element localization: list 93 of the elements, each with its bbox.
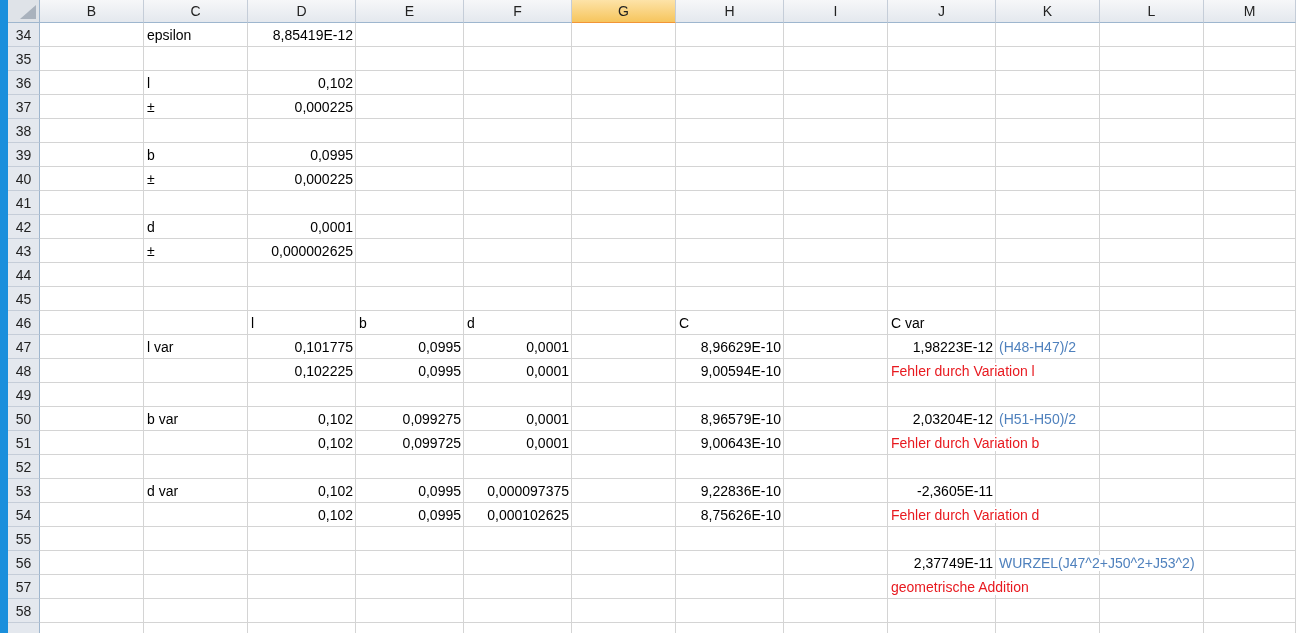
cell-number: 0,0995 [418, 363, 461, 379]
cell-text: l [251, 315, 255, 331]
row-header[interactable]: 38 [8, 119, 40, 143]
cell-number: 8,75626E-10 [700, 507, 781, 523]
cell-number: 2,37749E-11 [913, 555, 993, 571]
cell-number: -2,3605E-11 [917, 483, 993, 499]
column-header[interactable]: L [1100, 0, 1204, 23]
note-text: geometrische Addition [891, 579, 1029, 595]
column-header[interactable]: D [248, 0, 356, 23]
cell-number: 0,099275 [402, 411, 461, 427]
cell-number: 8,85419E-12 [272, 27, 353, 43]
cell-number: 0,000002625 [271, 243, 353, 259]
cell-text: C var [891, 315, 925, 331]
row-header[interactable]: 35 [8, 47, 40, 71]
cell-number: 0,102 [317, 435, 353, 451]
cell-number: 2,03204E-12 [912, 411, 993, 427]
row-header[interactable]: 47 [8, 335, 40, 359]
row-header[interactable]: 46 [8, 311, 40, 335]
cell-number: 0,000225 [294, 171, 353, 187]
formula-note: (H48-H47)/2 [999, 339, 1077, 355]
row-header[interactable]: 48 [8, 359, 40, 383]
cell-number: 0,0001 [526, 363, 569, 379]
row-header[interactable]: 55 [8, 527, 40, 551]
cell-number: 9,22836E-10 [700, 483, 781, 499]
row-header[interactable]: 34 [8, 23, 40, 47]
cell-number: 0,000097375 [487, 483, 569, 499]
cell-number: 0,0001 [526, 435, 569, 451]
cell-text: C [679, 315, 690, 331]
row-header[interactable]: 58 [8, 599, 40, 623]
cell-number: 0,0995 [310, 147, 353, 163]
cell-number: 0,0995 [418, 507, 461, 523]
cell-number: 0,102225 [294, 363, 353, 379]
cell-text: b [359, 315, 367, 331]
column-header[interactable]: K [996, 0, 1100, 23]
cell-number: 0,0001 [526, 339, 569, 355]
cell-number: 0,0001 [310, 219, 353, 235]
column-header[interactable]: C [144, 0, 248, 23]
column-header[interactable]: E [356, 0, 464, 23]
cell-number: 0,102 [317, 411, 353, 427]
note-text: Fehler durch Variation b [891, 435, 1040, 451]
cell-text: b [147, 147, 155, 163]
row-header[interactable]: 51 [8, 431, 40, 455]
cell-text: l [147, 75, 151, 91]
row-header[interactable]: 42 [8, 215, 40, 239]
cell-number: 9,00643E-10 [700, 435, 781, 451]
row-header[interactable]: 56 [8, 551, 40, 575]
column-header[interactable]: J [888, 0, 996, 23]
cell-number: 0,000102625 [487, 507, 569, 523]
row-header[interactable]: 54 [8, 503, 40, 527]
note-text: Fehler durch Variation d [891, 507, 1040, 523]
row-header[interactable]: 57 [8, 575, 40, 599]
row-header[interactable]: 49 [8, 383, 40, 407]
cell-number: 1,98223E-12 [912, 339, 993, 355]
cell-number: 0,101775 [294, 339, 353, 355]
column-header[interactable]: M [1204, 0, 1296, 23]
cell-text: d [147, 219, 155, 235]
column-header[interactable]: F [464, 0, 572, 23]
row-header[interactable]: 50 [8, 407, 40, 431]
formula-note: (H51-H50)/2 [999, 411, 1077, 427]
cell-number: 8,96579E-10 [700, 411, 781, 427]
cell-text: d var [147, 483, 179, 499]
cell-number: 9,00594E-10 [700, 363, 781, 379]
cell-number: 0,102 [317, 507, 353, 523]
corner-triangle-icon [20, 5, 36, 19]
formula-note: WURZEL(J47^2+J50^2+J53^2) [999, 555, 1195, 571]
cell-text: b var [147, 411, 179, 427]
column-header[interactable]: H [676, 0, 784, 23]
note-text: Fehler durch Variation l [891, 363, 1035, 379]
cell-number: 0,102 [317, 483, 353, 499]
row-header[interactable]: 52 [8, 455, 40, 479]
cell-number: 0,0995 [418, 483, 461, 499]
row-header[interactable]: 37 [8, 95, 40, 119]
column-header[interactable]: I [784, 0, 888, 23]
row-header[interactable]: 45 [8, 287, 40, 311]
cell-text: d [467, 315, 475, 331]
cell-number: 0,102 [317, 75, 353, 91]
row-header[interactable]: 41 [8, 191, 40, 215]
select-all-button[interactable] [8, 0, 40, 23]
cell-number: 8,96629E-10 [700, 339, 781, 355]
row-header[interactable]: 43 [8, 239, 40, 263]
cell-number: 0,0995 [418, 339, 461, 355]
row-header[interactable]: 36 [8, 71, 40, 95]
cell-number: 0,099725 [402, 435, 461, 451]
column-header[interactable]: B [40, 0, 144, 23]
row-header[interactable]: 39 [8, 143, 40, 167]
cell-text: l var [147, 339, 174, 355]
cell-text: epsilon [147, 27, 192, 43]
row-header[interactable]: 40 [8, 167, 40, 191]
cell-number: 0,000225 [294, 99, 353, 115]
cell-number: 0,0001 [526, 411, 569, 427]
column-header[interactable]: G [572, 0, 676, 23]
row-header[interactable]: 44 [8, 263, 40, 287]
row-header[interactable]: 53 [8, 479, 40, 503]
